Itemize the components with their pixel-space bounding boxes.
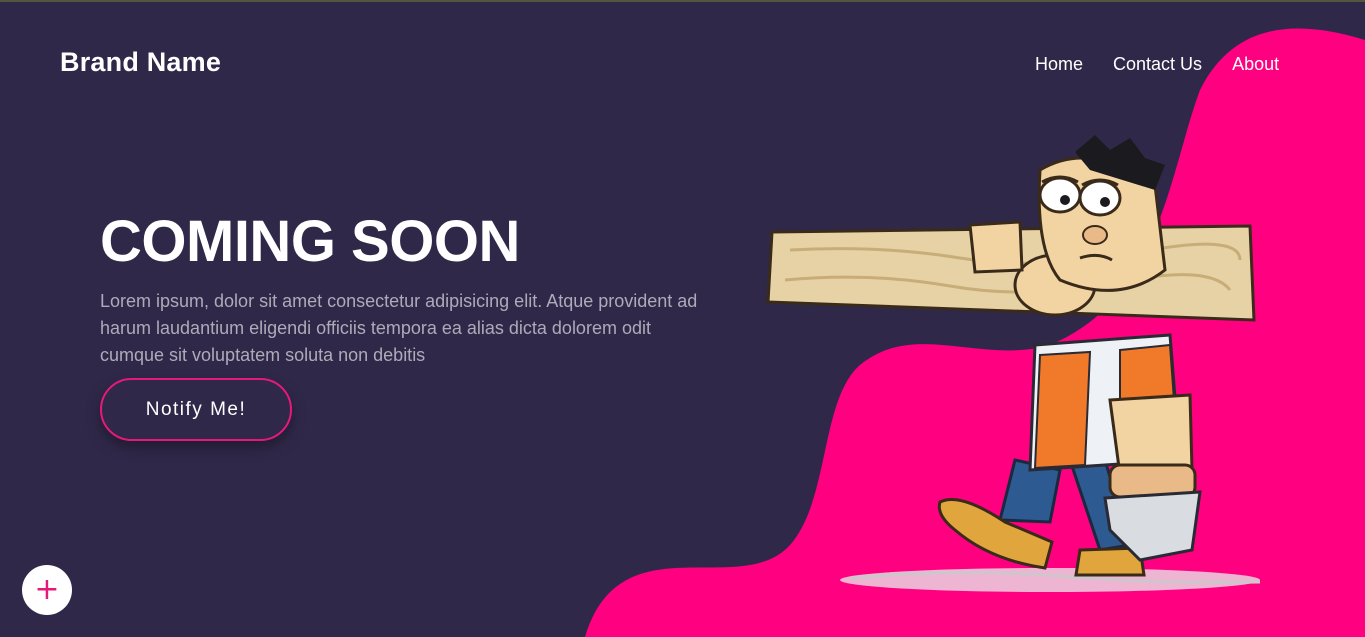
brand-logo[interactable]: Brand Name bbox=[60, 47, 221, 78]
hero-title: COMING SOON bbox=[100, 209, 520, 274]
main-nav: Home Contact Us About bbox=[1035, 54, 1279, 75]
hero-description: Lorem ipsum, dolor sit amet consectetur … bbox=[100, 291, 698, 365]
notify-me-button[interactable]: Notify Me! bbox=[100, 378, 292, 441]
nav-contact-link[interactable]: Contact Us bbox=[1113, 54, 1202, 75]
nav-about-link[interactable]: About bbox=[1232, 54, 1279, 75]
carpenter-illustration bbox=[766, 135, 1261, 592]
nav-home-link[interactable]: Home bbox=[1035, 54, 1083, 75]
plus-icon[interactable]: + bbox=[22, 565, 72, 615]
